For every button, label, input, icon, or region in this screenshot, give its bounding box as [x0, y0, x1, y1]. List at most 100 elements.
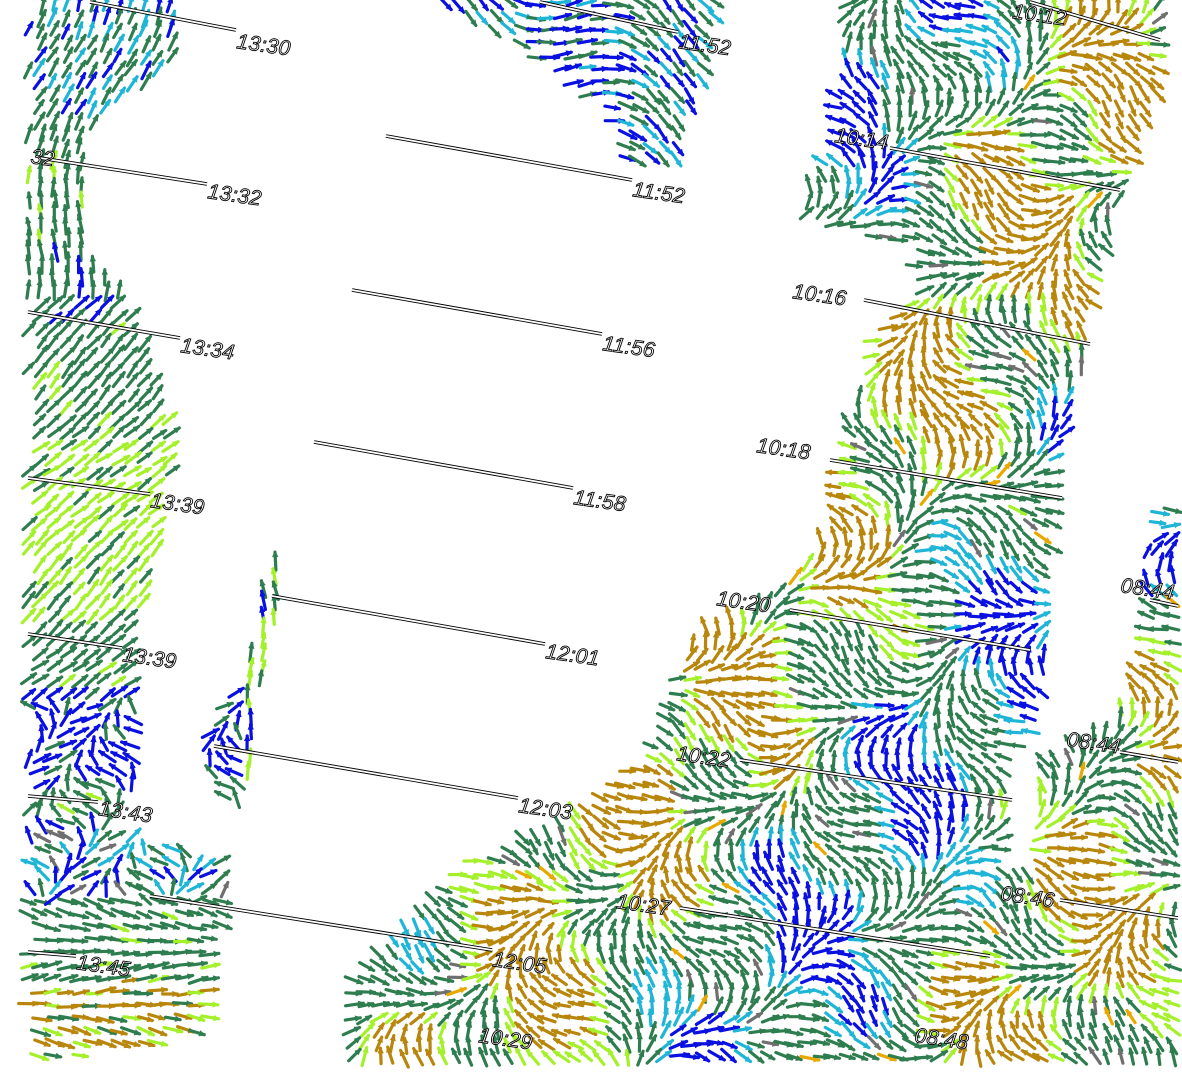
wind-arrow-head	[874, 601, 883, 608]
wind-arrow	[76, 0, 82, 13]
wind-arrow-head	[844, 57, 851, 66]
wind-arrow-head	[1157, 813, 1164, 822]
wind-arrow-head	[1104, 201, 1111, 209]
wind-arrow-head	[934, 790, 940, 799]
wind-arrow-head	[821, 601, 830, 608]
wind-arrow-head	[1057, 194, 1065, 201]
wind-arrow-head	[108, 843, 117, 850]
wind-arrow-head	[926, 662, 935, 669]
wind-arrow-head	[247, 722, 254, 730]
wind-arrow-field	[17, 0, 1182, 1069]
wind-arrow-head	[793, 798, 800, 806]
wind-arrow-head	[149, 857, 158, 864]
wind-arrow-head	[1055, 119, 1064, 126]
wind-arrow-head	[928, 24, 937, 31]
wind-arrow-head	[1077, 0, 1084, 2]
wind-arrow-head	[1134, 783, 1142, 789]
wind-arrow-head	[837, 469, 845, 476]
wind-arrow-head	[226, 702, 235, 708]
wind-arrow-head	[1044, 600, 1052, 607]
wind-arrow-head	[906, 71, 913, 80]
wind-arrow-head	[965, 23, 973, 30]
wind-arrow-head	[272, 550, 279, 558]
wind-arrow-head	[1091, 0, 1098, 2]
wind-arrow-head	[20, 858, 28, 865]
wind-arrow-head	[753, 839, 761, 847]
wind-arrow-head	[950, 293, 957, 302]
wind-arrow-head	[1004, 729, 1012, 736]
wind-arrow-head	[37, 212, 44, 220]
wind-arrow-head	[870, 735, 877, 744]
wind-arrow-head	[913, 198, 922, 205]
wind-arrow-head	[994, 753, 1002, 759]
wind-arrow-head	[1090, 721, 1097, 729]
wind-arrow-head	[824, 115, 833, 121]
wind-arrow-head	[959, 72, 966, 80]
wind-arrow-head	[953, 523, 961, 530]
wind-arrow-head	[1042, 587, 1051, 594]
wind-arrow-head	[67, 111, 74, 120]
wind-arrow-head	[1002, 552, 1009, 560]
wind-arrow-head	[702, 840, 710, 848]
wind-arrow-head	[1133, 55, 1142, 62]
wind-arrow-head	[260, 616, 267, 624]
wind-arrow-head	[965, 508, 974, 515]
wind-arrow-head	[626, 3, 635, 10]
wind-arrow-head	[667, 817, 675, 824]
wind-arrow-head	[48, 252, 56, 261]
wind-arrow-head	[206, 747, 213, 755]
wind-arrow-head	[119, 740, 128, 747]
wind-arrow-head	[1125, 169, 1133, 176]
wind-arrow-head	[811, 693, 820, 700]
wind-arrow-head	[627, 120, 635, 127]
wind-arrow-head	[973, 213, 980, 221]
wind-arrow-head	[824, 469, 832, 476]
wind-arrow-head	[25, 825, 31, 834]
wind-arrow-head	[1176, 743, 1182, 750]
wind-arrow-head	[920, 371, 927, 379]
wind-arrow-head	[966, 402, 975, 409]
wind-arrow	[140, 0, 148, 14]
wind-arrow-head	[808, 727, 817, 734]
wind-arrow-head	[933, 750, 940, 759]
wind-arrow-head	[26, 748, 33, 757]
wind-arrow-head	[675, 840, 682, 849]
wind-arrow-head	[1160, 740, 1169, 747]
wind-arrow-head	[244, 734, 251, 742]
wind-arrow-head	[922, 425, 929, 434]
wind-arrow-head	[911, 329, 918, 338]
wind-arrow-head	[1026, 281, 1033, 290]
wind-arrow-head	[893, 488, 900, 497]
wind-arrow-head	[39, 253, 46, 261]
wind-arrow-head	[1114, 0, 1122, 3]
wind-arrow	[1152, 0, 1164, 12]
wind-arrow-head	[785, 692, 793, 699]
wind-arrow-head	[954, 37, 962, 43]
wind-arrow-head	[956, 390, 965, 397]
wind-arrow-head	[1004, 271, 1012, 277]
wind-arrow-head	[37, 734, 44, 743]
wind-arrow-head	[952, 588, 960, 594]
wind-arrow-head	[978, 622, 986, 629]
wind-arrow-head	[827, 128, 835, 135]
wind-vector-map: 13:30 32 13:32 13:34 13:39 13:39 13:43 1…	[17, 0, 1182, 1069]
wind-arrow-head	[27, 123, 33, 131]
wind-arrow-head	[1004, 846, 1012, 853]
wind-arrow-head	[1017, 622, 1026, 629]
wind-arrow-head	[34, 846, 42, 853]
wind-arrow-head	[220, 737, 227, 745]
wind-arrow-head	[123, 726, 131, 733]
wind-arrow	[62, 0, 70, 12]
wind-arrow-head	[560, 838, 567, 847]
wind-arrow-head	[213, 781, 222, 787]
wind-arrow-head	[855, 396, 862, 405]
wind-arrow-head	[884, 368, 891, 377]
wind-arrow-head	[1081, 144, 1090, 151]
wind-arrow-head	[951, 202, 958, 211]
wind-arrow-head	[1154, 695, 1161, 704]
wind-arrow-head	[1006, 833, 1014, 840]
wind-arrow-head	[639, 843, 647, 849]
wind-arrow-head	[1078, 355, 1085, 363]
wind-arrow-head	[1128, 696, 1136, 705]
wind-arrow-head	[939, 144, 948, 152]
